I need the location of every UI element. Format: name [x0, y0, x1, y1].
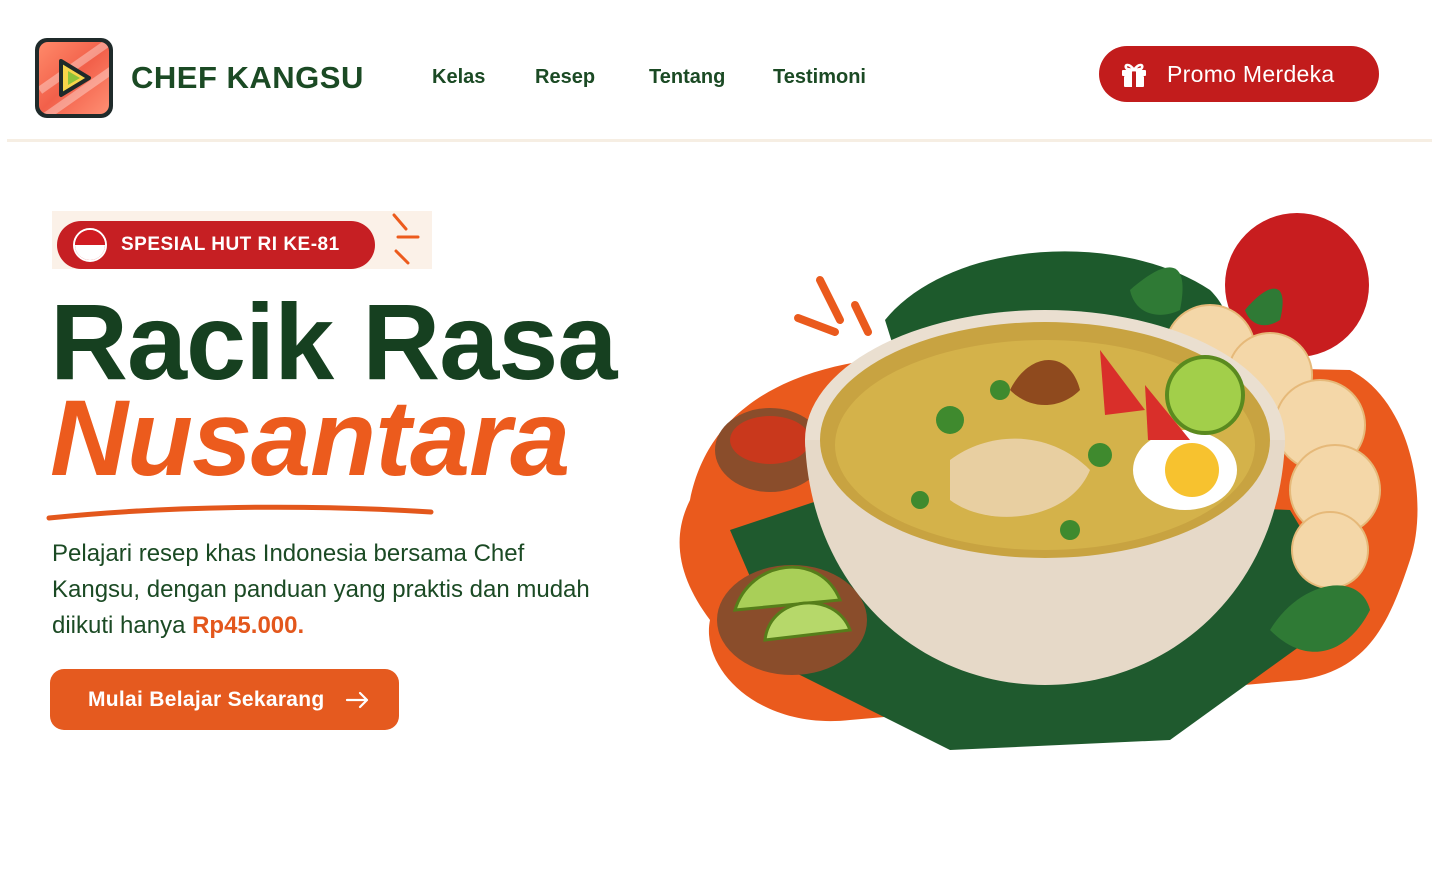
header-divider [7, 139, 1432, 142]
accent-stroke [816, 276, 844, 324]
accent-stroke [794, 314, 839, 336]
play-icon [59, 59, 91, 97]
cta-label: Mulai Belajar Sekarang [88, 687, 325, 711]
nav-item-testimoni[interactable]: Testimoni [773, 66, 866, 89]
promo-button[interactable]: Promo Merdeka [1099, 46, 1379, 102]
gift-icon [1122, 63, 1146, 87]
burst-icon [392, 213, 420, 265]
nav-item-kelas[interactable]: Kelas [432, 66, 485, 89]
hero-description: Pelajari resep khas Indonesia bersama Ch… [52, 536, 612, 644]
hero-headline-line2: Nusantara [50, 377, 570, 498]
sambal [730, 416, 810, 464]
lime-slice [1165, 355, 1245, 435]
boiled-egg-yolk [1165, 443, 1219, 497]
accent-stroke [851, 301, 872, 336]
hero-badge-area: SPESIAL HUT RI KE-81 [52, 211, 432, 269]
promo-label: Promo Merdeka [1167, 60, 1335, 87]
indonesia-flag-icon [73, 228, 107, 262]
arrow-right-icon [345, 691, 368, 708]
hero-badge: SPESIAL HUT RI KE-81 [57, 221, 375, 269]
nav-item-resep[interactable]: Resep [535, 66, 595, 89]
logo-background [39, 42, 109, 114]
badge-text: SPESIAL HUT RI KE-81 [121, 234, 340, 255]
brand-logo[interactable] [35, 38, 113, 118]
nav-item-tentang[interactable]: Tentang [649, 66, 725, 89]
price-text: Rp45.000. [192, 612, 305, 639]
description-text: Pelajari resep khas Indonesia bersama Ch… [52, 540, 590, 639]
site-header: CHEF KANGSU Kelas Resep Tentang Testimon… [0, 0, 1440, 142]
brand-name[interactable]: CHEF KANGSU [131, 60, 364, 96]
soto-bowl-illustration [679, 213, 1418, 750]
headline-underline [46, 504, 434, 521]
start-learning-button[interactable]: Mulai Belajar Sekarang [50, 669, 399, 730]
